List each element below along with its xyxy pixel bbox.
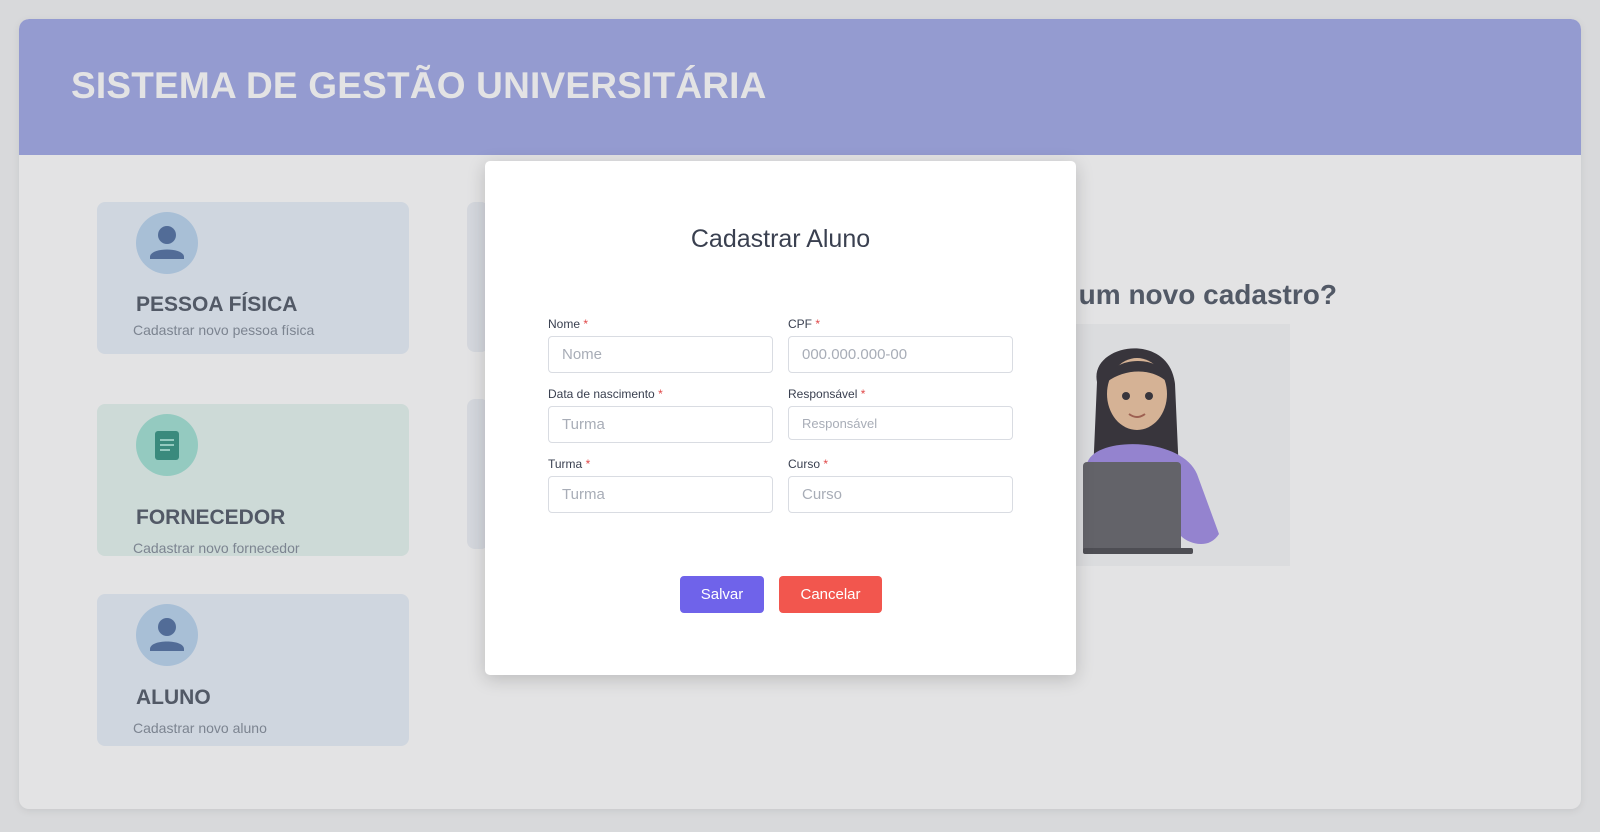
curso-label: Curso * <box>788 457 829 471</box>
cadastrar-aluno-dialog: Cadastrar Aluno Nome * CPF * Data de nas… <box>485 161 1076 675</box>
data-nascimento-input[interactable] <box>548 406 773 443</box>
cancel-button[interactable]: Cancelar <box>779 576 882 613</box>
turma-label: Turma * <box>548 457 591 471</box>
curso-input[interactable] <box>788 476 1013 513</box>
nome-label: Nome * <box>548 317 589 331</box>
turma-input[interactable] <box>548 476 773 513</box>
cpf-label: CPF * <box>788 317 821 331</box>
data-nascimento-label: Data de nascimento * <box>548 387 663 401</box>
cpf-input[interactable] <box>788 336 1013 373</box>
nome-input[interactable] <box>548 336 773 373</box>
responsavel-label: Responsável * <box>788 387 866 401</box>
save-button[interactable]: Salvar <box>680 576 764 613</box>
responsavel-input[interactable] <box>788 406 1013 440</box>
dialog-title: Cadastrar Aluno <box>690 225 871 253</box>
